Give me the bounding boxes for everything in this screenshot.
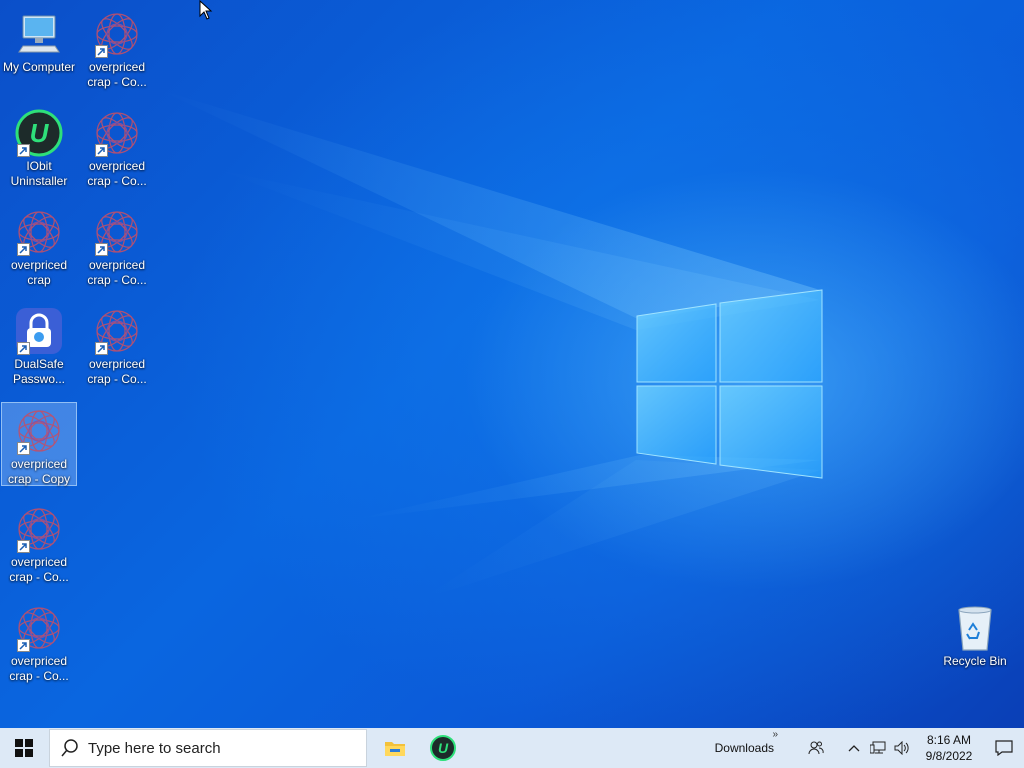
flower-app-icon <box>93 208 141 256</box>
desktop-icon-overpriced-crap-copy-selected[interactable]: overpriced crap - Copy <box>1 402 77 486</box>
desktop-icon-label: Recycle Bin <box>943 654 1007 668</box>
flower-app-icon <box>93 307 141 355</box>
desktop-icon-overpriced-crap-copy-3[interactable]: overpriced crap - Co... <box>79 204 155 288</box>
lock-icon <box>15 307 63 355</box>
iobit-uninstaller-icon: U <box>15 109 63 157</box>
desktop-icon-label: overpriced crap - Copy <box>7 457 71 486</box>
action-center-button[interactable] <box>984 728 1024 768</box>
desktop-icon-label: overpriced crap - Co... <box>87 159 147 188</box>
desktop-icon-label: overpriced crap - Co... <box>9 654 69 683</box>
shortcut-arrow-icon <box>17 639 30 652</box>
desktop-icon-label: DualSafe Passwo... <box>12 357 66 386</box>
flower-app-icon <box>15 407 63 455</box>
desktop-icon-overpriced-crap-copy-6[interactable]: overpriced crap - Co... <box>1 600 77 684</box>
taskbar-file-explorer[interactable] <box>371 728 419 768</box>
show-hidden-icons-button[interactable] <box>842 728 866 768</box>
start-button[interactable] <box>0 728 48 768</box>
clock-date: 9/8/2022 <box>925 749 973 763</box>
flower-app-icon <box>15 208 63 256</box>
downloads-toolbar[interactable]: Downloads » <box>714 729 804 755</box>
flower-app-icon <box>15 604 63 652</box>
speaker-icon <box>894 741 909 755</box>
desktop-icon-label: overpriced crap - Co... <box>9 555 69 584</box>
volume-button[interactable] <box>890 728 914 768</box>
taskbar-iobit-uninstaller[interactable]: U <box>419 728 467 768</box>
shortcut-arrow-icon <box>95 243 108 256</box>
people-button[interactable] <box>804 728 828 768</box>
recycle-bin-icon <box>951 604 999 652</box>
desktop-icon-label: overpriced crap - Co... <box>87 357 147 386</box>
folder-icon <box>385 742 405 756</box>
windows-start-icon <box>15 739 33 757</box>
iobit-uninstaller-icon: U <box>430 735 456 761</box>
shortcut-arrow-icon <box>17 342 30 355</box>
people-icon <box>808 741 824 755</box>
desktop-icon-dualsafe-password[interactable]: DualSafe Passwo... <box>1 303 77 387</box>
svg-text:U: U <box>438 740 449 756</box>
desktop-icon-label: overpriced crap <box>10 258 68 287</box>
desktop-icon-my-computer[interactable]: My Computer <box>1 6 77 90</box>
desktop-icon-label: overpriced crap - Co... <box>87 258 147 287</box>
network-button[interactable] <box>866 728 890 768</box>
shortcut-arrow-icon <box>95 342 108 355</box>
shortcut-arrow-icon <box>17 442 30 455</box>
mouse-cursor-icon <box>199 0 213 20</box>
network-icon <box>870 741 886 754</box>
computer-icon <box>15 10 63 58</box>
downloads-toolbar-label: Downloads <box>714 741 774 755</box>
desktop-icon-recycle-bin[interactable]: Recycle Bin <box>937 600 1013 684</box>
desktop-icon-iobit-uninstaller[interactable]: U IObit Uninstaller <box>1 105 77 189</box>
search-placeholder: Type here to search <box>88 739 221 757</box>
shortcut-arrow-icon <box>95 144 108 157</box>
desktop-icon-overpriced-crap-copy-5[interactable]: overpriced crap - Co... <box>1 501 77 585</box>
desktop-icon-label: My Computer <box>2 60 76 74</box>
desktop[interactable]: My Computer overpriced crap - Co... U IO… <box>0 0 1024 728</box>
shortcut-arrow-icon <box>17 144 30 157</box>
search-icon <box>61 739 78 757</box>
desktop-icon-overpriced-crap-copy-4[interactable]: overpriced crap - Co... <box>79 303 155 387</box>
shortcut-arrow-icon <box>17 540 30 553</box>
desktop-icon-label: overpriced crap - Co... <box>87 60 147 89</box>
toolbar-chevron-icon[interactable]: » <box>772 729 778 740</box>
flower-app-icon <box>93 109 141 157</box>
notification-icon <box>995 740 1013 756</box>
desktop-icon-overpriced-crap[interactable]: overpriced crap <box>1 204 77 288</box>
chevron-up-icon <box>848 745 860 752</box>
svg-text:U: U <box>30 118 50 148</box>
clock[interactable]: 8:16 AM 9/8/2022 <box>918 732 980 764</box>
desktop-icon-overpriced-crap-copy-1[interactable]: overpriced crap - Co... <box>79 6 155 90</box>
taskbar: Type here to search U Downloads » 8:16 A… <box>0 728 1024 768</box>
shortcut-arrow-icon <box>17 243 30 256</box>
desktop-icon-overpriced-crap-copy-2[interactable]: overpriced crap - Co... <box>79 105 155 189</box>
shortcut-arrow-icon <box>95 45 108 58</box>
taskbar-search-box[interactable]: Type here to search <box>49 729 367 767</box>
desktop-icon-label: IObit Uninstaller <box>10 159 68 188</box>
flower-app-icon <box>93 10 141 58</box>
windows-logo <box>636 289 823 479</box>
flower-app-icon <box>15 505 63 553</box>
clock-time: 8:16 AM <box>926 733 972 747</box>
